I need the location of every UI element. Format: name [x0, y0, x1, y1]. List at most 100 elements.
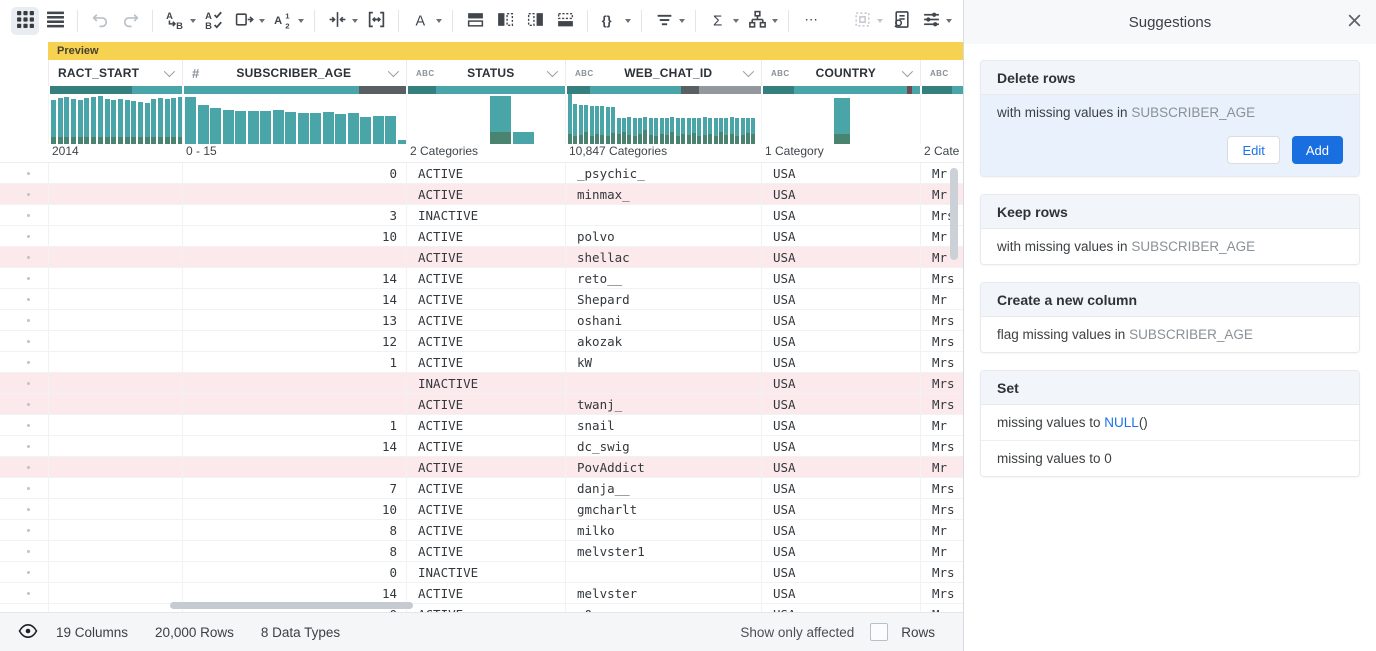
union-rows-button[interactable] — [551, 7, 579, 35]
undo-button[interactable] — [86, 7, 114, 35]
lookup-columns-button[interactable] — [521, 7, 549, 35]
suggestion-item[interactable]: with missing values in SUBSCRIBER_AGE — [981, 229, 1359, 264]
cell-web_chat_id[interactable]: Shepard — [565, 289, 761, 309]
preview-inspect-button[interactable] — [887, 7, 915, 35]
cell-subscriber_age[interactable]: 14 — [182, 583, 406, 603]
cell-title[interactable]: Mrs — [920, 310, 963, 330]
cell-web_chat_id[interactable]: shellac — [565, 247, 761, 267]
cell-contract_start[interactable] — [48, 415, 182, 435]
row-marker[interactable] — [0, 247, 48, 267]
cell-web_chat_id[interactable]: milko — [565, 520, 761, 540]
cell-country[interactable]: USA — [761, 541, 920, 561]
table-row[interactable]: 0ACTIVEr0verUSAMr — [0, 604, 963, 612]
cell-status[interactable]: ACTIVE — [406, 499, 565, 519]
cell-status[interactable]: ACTIVE — [406, 289, 565, 309]
cell-country[interactable]: USA — [761, 436, 920, 456]
cell-web_chat_id[interactable]: melvster — [565, 583, 761, 603]
cell-subscriber_age[interactable]: 14 — [182, 436, 406, 456]
cell-country[interactable]: USA — [761, 583, 920, 603]
cell-contract_start[interactable] — [48, 226, 182, 246]
quality-bar-subscriber_age[interactable] — [182, 86, 406, 94]
visibility-toggle-button[interactable] — [18, 621, 38, 644]
table-row[interactable]: 12ACTIVEakozakUSAMrs — [0, 331, 963, 352]
table-row[interactable]: 8ACTIVEmelvster1USAMr — [0, 541, 963, 562]
row-marker[interactable] — [0, 394, 48, 414]
cell-subscriber_age[interactable] — [182, 247, 406, 267]
cell-subscriber_age[interactable]: 7 — [182, 478, 406, 498]
cell-title[interactable]: Mr — [920, 415, 963, 435]
table-row[interactable]: 14ACTIVEmelvsterUSAMrs — [0, 583, 963, 604]
row-marker[interactable] — [0, 541, 48, 561]
table-row[interactable]: 10ACTIVEgmcharltUSAMrs — [0, 499, 963, 520]
cell-country[interactable]: USA — [761, 562, 920, 582]
header-row-button[interactable] — [461, 7, 489, 35]
cell-status[interactable]: ACTIVE — [406, 478, 565, 498]
sort-columns-button[interactable]: A12 — [269, 7, 297, 35]
redo-button[interactable] — [116, 7, 144, 35]
cell-status[interactable]: ACTIVE — [406, 310, 565, 330]
column-header-country[interactable]: ABCCOUNTRY — [761, 60, 920, 86]
row-marker[interactable] — [0, 268, 48, 288]
cell-web_chat_id[interactable]: reto__ — [565, 268, 761, 288]
table-row[interactable]: ACTIVEtwanj_USAMrs — [0, 394, 963, 415]
cell-subscriber_age[interactable]: 0 — [182, 562, 406, 582]
cell-contract_start[interactable] — [48, 373, 182, 393]
cell-status[interactable]: ACTIVE — [406, 457, 565, 477]
table-row[interactable]: INACTIVEUSAMrs — [0, 373, 963, 394]
suggestion-item[interactable]: missing values to 0 — [981, 440, 1359, 476]
cell-country[interactable]: USA — [761, 331, 920, 351]
cell-subscriber_age[interactable]: 1 — [182, 352, 406, 372]
cell-status[interactable]: ACTIVE — [406, 331, 565, 351]
cell-status[interactable]: INACTIVE — [406, 562, 565, 582]
table-row[interactable]: ACTIVEshellacUSAMr — [0, 247, 963, 268]
table-row[interactable]: 0INACTIVEUSAMrs — [0, 562, 963, 583]
row-marker[interactable] — [0, 457, 48, 477]
cell-status[interactable]: INACTIVE — [406, 373, 565, 393]
cell-title[interactable]: Mrs — [920, 583, 963, 603]
column-header-web_chat_id[interactable]: ABCWEB_CHAT_ID — [565, 60, 761, 86]
cell-web_chat_id[interactable]: danja__ — [565, 478, 761, 498]
chevron-down-icon[interactable] — [388, 66, 399, 77]
row-marker[interactable] — [0, 478, 48, 498]
cell-contract_start[interactable] — [48, 268, 182, 288]
cell-title[interactable]: Mrs — [920, 499, 963, 519]
cell-status[interactable]: ACTIVE — [406, 436, 565, 456]
cell-status[interactable]: ACTIVE — [406, 583, 565, 603]
suggestion-item[interactable]: with missing values in SUBSCRIBER_AGE — [981, 95, 1359, 130]
row-marker[interactable] — [0, 415, 48, 435]
column-header-status[interactable]: ABCSTATUS — [406, 60, 565, 86]
cell-contract_start[interactable] — [48, 205, 182, 225]
row-marker[interactable] — [0, 562, 48, 582]
cell-subscriber_age[interactable]: 14 — [182, 268, 406, 288]
column-header-subscriber_age[interactable]: #SUBSCRIBER_AGE — [182, 60, 406, 86]
suggestion-item[interactable]: missing values to NULL() — [981, 405, 1359, 440]
cell-subscriber_age[interactable] — [182, 184, 406, 204]
cell-country[interactable]: USA — [761, 247, 920, 267]
cell-country[interactable]: USA — [761, 604, 920, 612]
cell-title[interactable]: Mr — [920, 604, 963, 612]
cell-country[interactable]: USA — [761, 457, 920, 477]
cell-subscriber_age[interactable]: 10 — [182, 226, 406, 246]
cell-contract_start[interactable] — [48, 541, 182, 561]
row-marker[interactable] — [0, 583, 48, 603]
close-panel-button[interactable] — [1345, 13, 1363, 31]
edit-button[interactable]: Edit — [1227, 136, 1279, 164]
cell-web_chat_id[interactable]: PovAddict — [565, 457, 761, 477]
cell-country[interactable]: USA — [761, 163, 920, 183]
cell-web_chat_id[interactable] — [565, 205, 761, 225]
table-row[interactable]: 14ACTIVEreto__USAMrs — [0, 268, 963, 289]
row-marker[interactable] — [0, 352, 48, 372]
quality-bar-status[interactable] — [406, 86, 565, 94]
cell-status[interactable]: ACTIVE — [406, 394, 565, 414]
table-row[interactable]: 13ACTIVEoshaniUSAMrs — [0, 310, 963, 331]
cell-contract_start[interactable] — [48, 562, 182, 582]
table-row[interactable]: 0ACTIVE_psychic_USAMr — [0, 163, 963, 184]
quality-bar-contract_start[interactable] — [48, 86, 182, 94]
cell-status[interactable]: ACTIVE — [406, 604, 565, 612]
chevron-down-icon[interactable] — [902, 66, 913, 77]
quality-bar-title[interactable] — [920, 86, 963, 94]
cell-web_chat_id[interactable]: akozak — [565, 331, 761, 351]
row-marker[interactable] — [0, 226, 48, 246]
table-row[interactable]: 7ACTIVEdanja__USAMrs — [0, 478, 963, 499]
cell-country[interactable]: USA — [761, 184, 920, 204]
